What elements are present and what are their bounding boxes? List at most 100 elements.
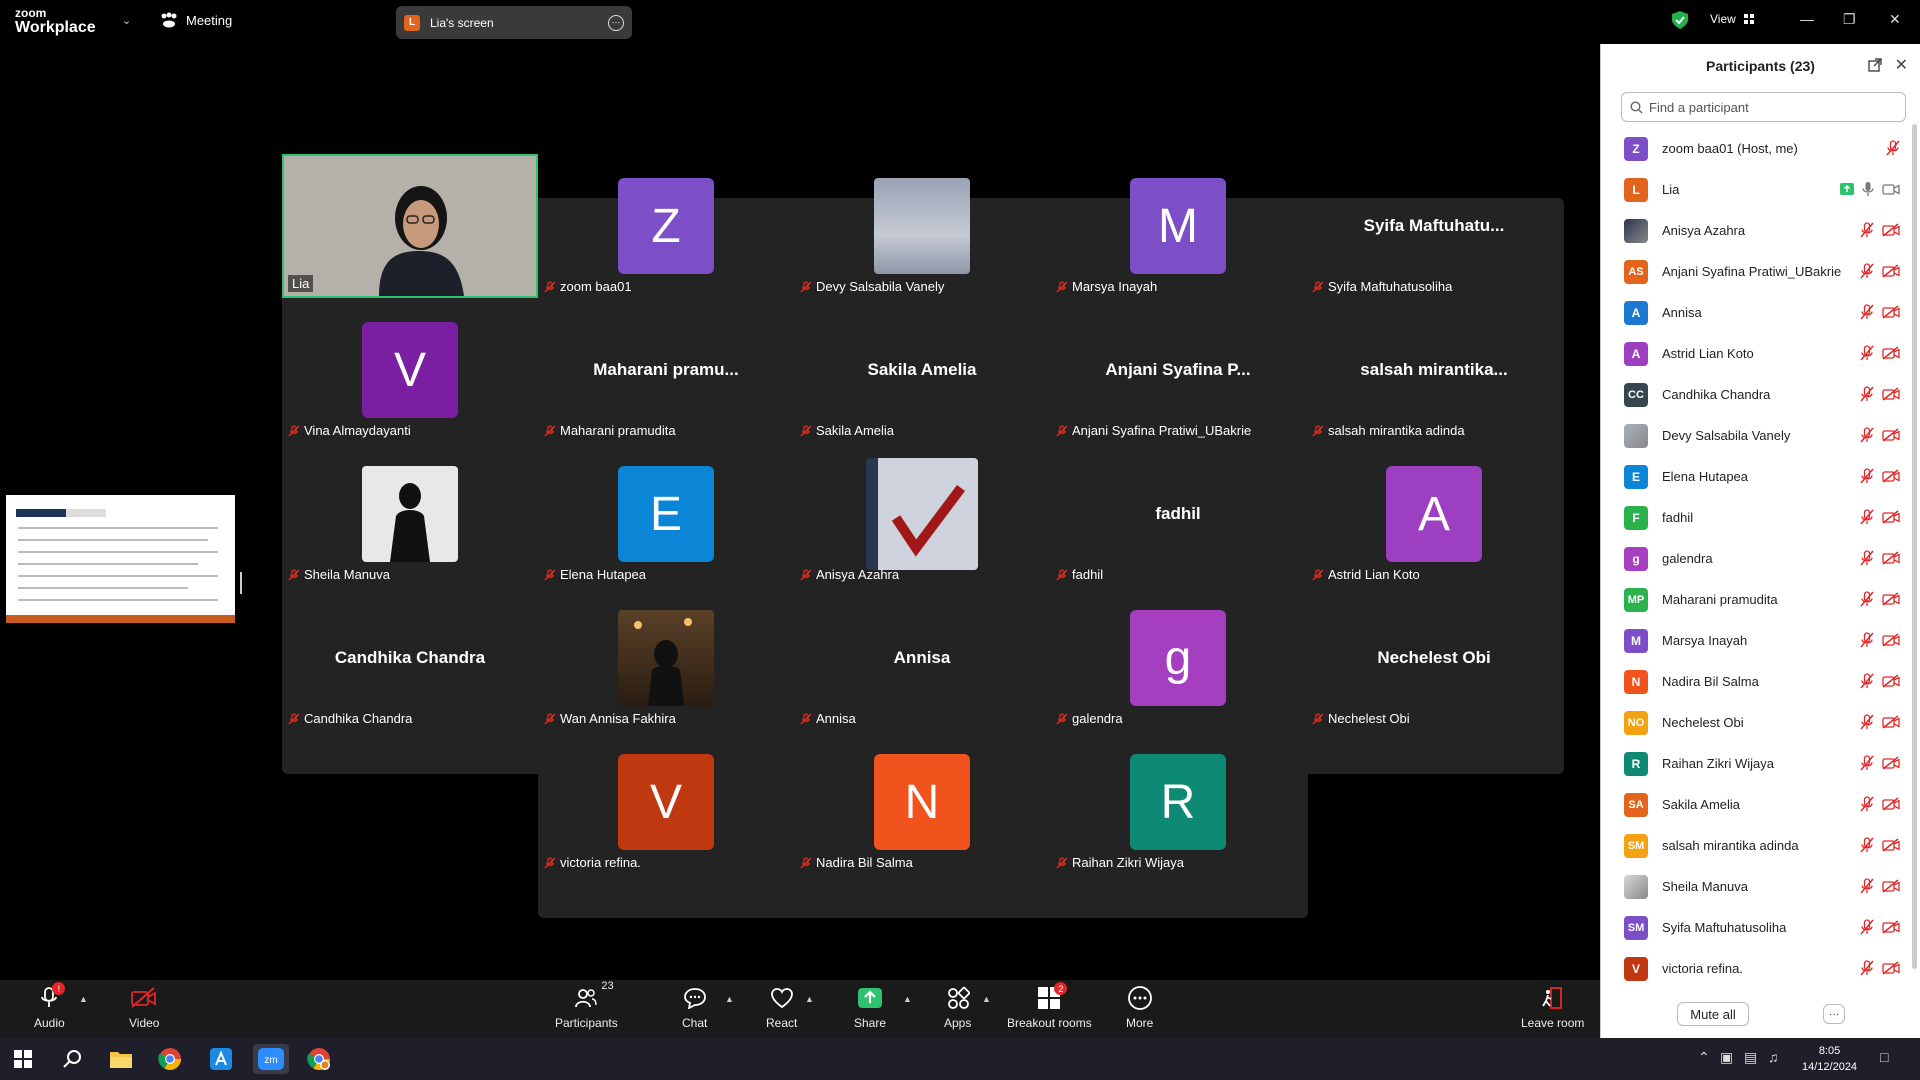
participant-row[interactable]: SM Syifa Maftuhatusoliha	[1601, 907, 1920, 948]
video-off-icon[interactable]	[1882, 469, 1900, 483]
video-tile[interactable]: Lia	[282, 154, 538, 298]
video-off-icon[interactable]	[1882, 879, 1900, 893]
video-tile[interactable]: g galendra	[1050, 586, 1306, 730]
participant-row[interactable]: R Raihan Zikri Wijaya	[1601, 743, 1920, 784]
mic-muted-icon[interactable]	[1860, 550, 1874, 566]
video-tile[interactable]: Devy Salsabila Vanely	[794, 154, 1050, 298]
mic-muted-icon[interactable]	[1860, 837, 1874, 853]
video-tile[interactable]: Maharani pramu... Maharani pramudita	[538, 298, 794, 442]
share-button[interactable]: Share	[854, 984, 886, 1030]
apps-button[interactable]: Apps	[944, 984, 971, 1030]
video-off-icon[interactable]	[1882, 305, 1900, 319]
video-tile[interactable]: Wan Annisa Fakhira	[538, 586, 794, 730]
video-off-icon[interactable]	[1882, 428, 1900, 442]
video-tile[interactable]: Sakila Amelia Sakila Amelia	[794, 298, 1050, 442]
chevron-down-icon[interactable]: ⌄	[122, 14, 131, 27]
participant-row[interactable]: N Nadira Bil Salma	[1601, 661, 1920, 702]
shared-screen-thumbnail[interactable]	[6, 495, 235, 623]
panel-scrollbar[interactable]	[1912, 124, 1917, 969]
react-options-caret[interactable]: ▲	[805, 994, 814, 1004]
mute-all-button[interactable]: Mute all	[1677, 1002, 1749, 1026]
mic-muted-icon[interactable]	[1860, 591, 1874, 607]
mic-muted-icon[interactable]	[1860, 755, 1874, 771]
video-tile[interactable]: Nechelest Obi Nechelest Obi	[1306, 586, 1562, 730]
video-on-icon[interactable]	[1882, 182, 1900, 196]
participant-row[interactable]: g galendra	[1601, 538, 1920, 579]
view-button[interactable]: View	[1710, 12, 1754, 26]
search-taskbar-icon[interactable]	[57, 1044, 87, 1074]
minimize-icon[interactable]: —	[1800, 11, 1814, 27]
zoom-taskbar-icon[interactable]: zm	[253, 1044, 289, 1074]
participant-row[interactable]: E Elena Hutapea	[1601, 456, 1920, 497]
chat-button[interactable]: Chat	[682, 984, 707, 1030]
mic-muted-icon[interactable]	[1860, 222, 1874, 238]
chrome-profile-icon[interactable]	[304, 1044, 334, 1074]
participant-row[interactable]: MP Maharani pramudita	[1601, 579, 1920, 620]
video-tile[interactable]: A Astrid Lian Koto	[1306, 442, 1562, 586]
video-tile[interactable]: salsah mirantika... salsah mirantika adin…	[1306, 298, 1562, 442]
meeting-button[interactable]: Meeting	[160, 12, 232, 28]
zoom-workplace-logo[interactable]: zoom Workplace	[15, 7, 96, 36]
participant-row[interactable]: Ffadhil	[1601, 497, 1920, 538]
participant-row[interactable]: Devy Salsabila Vanely	[1601, 415, 1920, 456]
video-off-icon[interactable]	[1882, 510, 1900, 524]
tray-app-icon[interactable]: ▣	[1720, 1049, 1733, 1066]
apps-options-caret[interactable]: ▲	[982, 994, 991, 1004]
participant-row[interactable]: M Marsya Inayah	[1601, 620, 1920, 661]
panel-more-button[interactable]: ···	[1823, 1004, 1845, 1024]
chat-options-caret[interactable]: ▲	[725, 994, 734, 1004]
taskbar-clock[interactable]: 8:05 14/12/2024	[1802, 1043, 1857, 1075]
video-off-icon[interactable]	[1882, 633, 1900, 647]
video-off-icon[interactable]	[1882, 961, 1900, 975]
video-off-icon[interactable]	[1882, 756, 1900, 770]
video-off-icon[interactable]	[1882, 715, 1900, 729]
mic-on-icon[interactable]	[1862, 181, 1874, 197]
participant-search-input[interactable]: Find a participant	[1621, 92, 1906, 122]
participant-row[interactable]: Sheila Manuva	[1601, 866, 1920, 907]
mic-muted-icon[interactable]	[1860, 509, 1874, 525]
participant-row[interactable]: NO Nechelest Obi	[1601, 702, 1920, 743]
video-tile[interactable]: Zzoom baa01	[538, 154, 794, 298]
video-tile[interactable]: Anjani Syafina P... Anjani Syafina Pratiw…	[1050, 298, 1306, 442]
mic-muted-icon[interactable]	[1860, 960, 1874, 976]
mic-muted-icon[interactable]	[1860, 427, 1874, 443]
mic-muted-icon[interactable]	[1860, 919, 1874, 935]
mic-muted-icon[interactable]	[1860, 673, 1874, 689]
video-off-icon[interactable]	[1882, 346, 1900, 360]
video-off-icon[interactable]	[1882, 223, 1900, 237]
video-tile[interactable]: fadhil fadhil	[1050, 442, 1306, 586]
more-options-icon[interactable]: ···	[608, 14, 624, 31]
share-options-caret[interactable]: ▲	[903, 994, 912, 1004]
close-window-icon[interactable]: ✕	[1889, 11, 1901, 28]
tray-chevron-up-icon[interactable]: ⌃	[1698, 1049, 1710, 1066]
participant-row[interactable]: SM salsah mirantika adinda	[1601, 825, 1920, 866]
video-tile[interactable]: Candhika Chandra Candhika Chandra	[282, 586, 538, 730]
mic-muted-icon[interactable]	[1860, 345, 1874, 361]
video-tile[interactable]: N Nadira Bil Salma	[794, 730, 1050, 874]
video-off-icon[interactable]	[1882, 592, 1900, 606]
screen-share-pill[interactable]: L Lia's screen ···	[396, 6, 632, 39]
participant-row[interactable]: L Lia	[1601, 169, 1920, 210]
video-tile[interactable]: Sheila Manuva	[282, 442, 538, 586]
notification-icon[interactable]: □	[1880, 1049, 1888, 1065]
video-off-icon[interactable]	[1882, 264, 1900, 278]
video-off-icon[interactable]	[1882, 387, 1900, 401]
participant-row[interactable]: Vvictoria refina.	[1601, 948, 1920, 989]
tray-network-icon[interactable]: ▤	[1744, 1049, 1757, 1066]
participant-row[interactable]: Anisya Azahra	[1601, 210, 1920, 251]
video-tile[interactable]: Anisya Azahra	[794, 442, 1050, 586]
windows-start-icon[interactable]	[8, 1044, 38, 1074]
video-tile[interactable]: Syifa Maftuhatu... Syifa Maftuhatusoliha	[1306, 154, 1562, 298]
video-tile[interactable]: Vvictoria refina.	[538, 730, 794, 874]
mic-muted-icon[interactable]	[1860, 468, 1874, 484]
video-button[interactable]: Video	[129, 984, 159, 1030]
breakout-rooms-button[interactable]: 2 Breakout rooms	[1007, 982, 1092, 1030]
chrome-icon[interactable]	[155, 1044, 185, 1074]
video-tile[interactable]: E Elena Hutapea	[538, 442, 794, 586]
mic-muted-icon[interactable]	[1860, 878, 1874, 894]
close-panel-icon[interactable]: ✕	[1895, 55, 1908, 75]
video-off-icon[interactable]	[1882, 674, 1900, 688]
mic-muted-icon[interactable]	[1886, 140, 1900, 156]
resize-handle[interactable]	[240, 572, 242, 594]
mic-muted-icon[interactable]	[1860, 796, 1874, 812]
